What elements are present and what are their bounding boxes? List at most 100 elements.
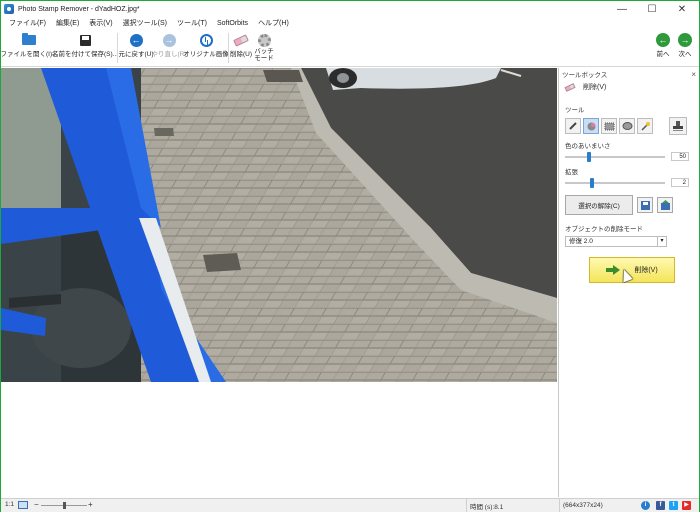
menu-softorbits[interactable]: SoftOrbits [212, 20, 253, 27]
minimize-icon: — [617, 3, 627, 15]
image-dimensions-text: (664x377x24) [563, 502, 603, 509]
prev-arrow-icon: ← [656, 33, 670, 47]
toolbox-panel: ツールボックス × 削除(V) ツール 色のあいまいさ 50 拡張 2 選択の解… [558, 68, 699, 497]
image-dimensions: (664x377x24) [559, 499, 635, 512]
load-selection-button[interactable] [657, 197, 673, 213]
redo-label: やり直し(R) [151, 51, 187, 58]
load-selection-icon [660, 199, 670, 210]
original-image-icon [199, 33, 213, 47]
gear-icon [257, 33, 271, 47]
title-bar: Photo Stamp Remover - dYadHOZ.jpg* — ☐ ✕ [1, 1, 699, 17]
expand-label: 拡張 [565, 169, 578, 176]
original-image-label: オリジナル画像 [183, 51, 229, 58]
menu-file[interactable]: ファイル(F) [1, 18, 51, 28]
menu-help[interactable]: ヘルプ(H) [253, 18, 294, 28]
stamp-icon [673, 121, 683, 131]
menu-selection-tools[interactable]: 選択ツール(S) [118, 18, 172, 28]
save-icon [79, 34, 91, 46]
expand-slider[interactable] [565, 177, 665, 188]
zoom-out-icon[interactable]: − [34, 500, 39, 509]
tolerance-slider-thumb[interactable] [587, 151, 591, 162]
tool-buttons-row [565, 117, 695, 135]
tolerance-slider-block: 色のあいまいさ 50 [565, 140, 695, 162]
undo-icon: ← [129, 33, 143, 47]
next-arrow-icon: → [678, 33, 692, 47]
brush-tool-button[interactable] [583, 118, 599, 134]
original-image-button[interactable]: オリジナル画像 [183, 31, 229, 65]
processing-time: 時間 (s):8.1 [466, 499, 558, 512]
toolbar-separator [117, 33, 118, 63]
magic-wand-icon [640, 121, 650, 131]
pencil-tool-button[interactable] [565, 118, 581, 134]
facebook-icon[interactable]: f [656, 501, 665, 510]
youtube-icon[interactable]: ▶ [682, 501, 691, 510]
removal-mode-block: オブジェクトの削除モード 修復 2.0 ▾ [565, 223, 695, 247]
photo-drawing [1, 68, 557, 382]
tools-group: ツール 色のあいまいさ 50 拡張 2 選択の解除(C) [565, 104, 695, 215]
status-bar: 1:1 − + 時間 (s):8.1 (664x377x24) i f t ▶ [1, 498, 699, 512]
lasso-tool-button[interactable] [619, 118, 635, 134]
menu-edit[interactable]: 編集(E) [51, 18, 84, 28]
app-window: Photo Stamp Remover - dYadHOZ.jpg* — ☐ ✕… [0, 0, 700, 512]
redo-button[interactable]: → やり直し(R) [151, 31, 187, 65]
close-button[interactable]: ✕ [667, 1, 697, 17]
toolbox-header: ツールボックス × [559, 68, 699, 80]
batch-mode-button[interactable]: バッチ モード [254, 31, 274, 65]
window-title: Photo Stamp Remover - dYadHOZ.jpg* [18, 5, 140, 13]
stamp-tool-button[interactable] [669, 117, 687, 135]
zoom-in-icon[interactable]: + [88, 500, 93, 509]
app-icon [4, 4, 14, 14]
eraser-icon [564, 82, 576, 92]
undo-button[interactable]: ← 元に戻す(U) [118, 31, 154, 65]
minimize-button[interactable]: — [607, 1, 637, 17]
menu-view[interactable]: 表示(V) [84, 18, 117, 28]
expand-slider-thumb[interactable] [590, 177, 594, 188]
remove-toolbar-button[interactable]: 削除(U) [230, 31, 252, 65]
maximize-icon: ☐ [647, 3, 657, 15]
tolerance-slider[interactable] [565, 151, 665, 162]
expand-value[interactable]: 2 [671, 178, 689, 187]
undo-label: 元に戻す(U) [118, 51, 154, 58]
removal-mode-label: オブジェクトの削除モード [565, 226, 643, 233]
remove-toolbar-label: 削除(U) [229, 51, 253, 58]
save-selection-icon [640, 200, 650, 210]
clear-selection-button[interactable]: 選択の解除(C) [565, 195, 633, 215]
zoom-ratio[interactable]: 1:1 [5, 501, 14, 508]
twitter-icon[interactable]: t [669, 501, 678, 510]
main-toolbar: ファイルを開く(I)... 名前を付けて保存(S)... ← 元に戻す(U) →… [0, 29, 699, 67]
next-label: 次へ [678, 51, 692, 58]
removal-mode-select[interactable]: 修復 2.0 ▾ [565, 236, 667, 247]
tools-label: ツール [565, 107, 585, 114]
photo-image[interactable] [1, 68, 557, 382]
fit-screen-icon[interactable] [18, 501, 28, 509]
save-selection-button[interactable] [637, 197, 653, 213]
image-canvas[interactable] [1, 68, 557, 497]
tolerance-value[interactable]: 50 [671, 152, 689, 161]
toolbox-close-icon[interactable]: × [691, 70, 696, 79]
tolerance-label: 色のあいまいさ [565, 143, 611, 150]
processing-time-text: 時間 (s):8.1 [470, 503, 504, 511]
remove-section-header[interactable]: 削除(V) [559, 80, 699, 94]
magic-wand-tool-button[interactable] [637, 118, 653, 134]
save-as-button[interactable]: 名前を付けて保存(S)... [51, 31, 119, 65]
chevron-down-icon: ▾ [657, 237, 666, 246]
expand-slider-block: 拡張 2 [565, 166, 695, 188]
selection-actions-row: 選択の解除(C) [565, 195, 695, 215]
rect-select-tool-button[interactable] [601, 118, 617, 134]
menu-tools[interactable]: ツール(T) [172, 18, 212, 28]
zoom-slider-thumb[interactable] [63, 502, 66, 509]
toolbox-title: ツールボックス [562, 72, 608, 79]
prev-image-button[interactable]: ← 前へ [653, 31, 673, 65]
batch-mode-label-line2: モード [254, 55, 274, 62]
rectangle-select-icon [604, 122, 614, 130]
open-file-button[interactable]: ファイルを開く(I)... [0, 31, 58, 65]
save-as-label: 名前を付けて保存(S)... [51, 51, 119, 58]
next-image-button[interactable]: → 次へ [675, 31, 695, 65]
close-icon: ✕ [677, 3, 687, 15]
info-icon[interactable]: i [641, 501, 650, 510]
brush-icon [587, 122, 595, 130]
remove-section-title: 削除(V) [583, 84, 607, 91]
maximize-button[interactable]: ☐ [637, 1, 667, 17]
removal-mode-value: 修復 2.0 [569, 238, 593, 245]
eraser-icon [233, 33, 249, 47]
